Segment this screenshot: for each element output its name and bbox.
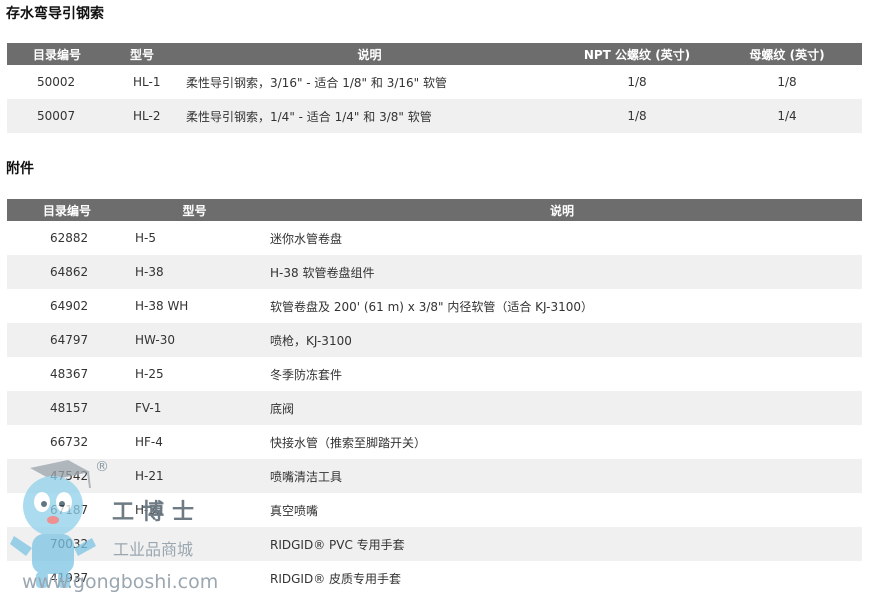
description-cell: RIDGID® 皮质专用手套 [262, 561, 862, 595]
header-description: 说明 [262, 199, 862, 221]
header-female-thread: 母螺纹 (英寸) [712, 43, 862, 65]
description-cell: 喷枪，KJ-3100 [262, 323, 862, 357]
description-cell: 软管卷盘及 200' (61 m) x 3/8" 内径软管（适合 KJ-3100… [262, 289, 862, 323]
description-cell: H-38 软管卷盘组件 [262, 255, 862, 289]
table-row: 50007 HL-2 柔性导引钢索，1/4" - 适合 1/4" 和 3/8" … [7, 99, 862, 133]
table-row: 50002 HL-1 柔性导引钢索，3/16" - 适合 1/8" 和 3/16… [7, 65, 862, 99]
table-row: 48367 H-25 冬季防冻套件 [7, 357, 862, 391]
header-catalog-no: 目录编号 [7, 43, 107, 65]
section-title-accessories: 附件 [6, 161, 34, 177]
model-cell: H-25 [127, 357, 262, 391]
catalog-no-cell: 62882 [7, 221, 127, 255]
catalog-no-cell: 64862 [7, 255, 127, 289]
model-cell: H-21 [127, 459, 262, 493]
description-cell: 冬季防冻套件 [262, 357, 862, 391]
description-cell: 迷你水管卷盘 [262, 221, 862, 255]
description-cell: 喷嘴清洁工具 [262, 459, 862, 493]
url-watermark: www.gongboshi.com [22, 571, 219, 593]
catalog-no-cell: 47542 [7, 459, 127, 493]
catalog-no-cell: 64902 [7, 289, 127, 323]
header-model: 型号 [107, 43, 177, 65]
table-row: 66732 HF-4 快接水管（推索至脚踏开关） [7, 425, 862, 459]
table-row: 48157 FV-1 底阀 [7, 391, 862, 425]
catalog-no-cell: 48367 [7, 357, 127, 391]
table-row: 62882 H-5 迷你水管卷盘 [7, 221, 862, 255]
section-title-guide-cable: 存水弯导引钢索 [6, 6, 104, 22]
catalog-no-cell: 67187 [7, 493, 127, 527]
catalog-no-cell: 66732 [7, 425, 127, 459]
female-thread-cell: 1/8 [712, 65, 862, 99]
model-cell: H-38 [127, 255, 262, 289]
model-cell: H-38 WH [127, 289, 262, 323]
model-cell: HL-2 [107, 99, 177, 133]
description-cell: 柔性导引钢索，3/16" - 适合 1/8" 和 3/16" 软管 [177, 65, 562, 99]
header-catalog-no: 目录编号 [7, 199, 127, 221]
table-row: 64862 H-38 H-38 软管卷盘组件 [7, 255, 862, 289]
model-cell: HL-1 [107, 65, 177, 99]
model-cell: HF-4 [127, 425, 262, 459]
description-cell: 快接水管（推索至脚踏开关） [262, 425, 862, 459]
model-cell: H-5 [127, 221, 262, 255]
table-row: 64902 H-38 WH 软管卷盘及 200' (61 m) x 3/8" 内径软… [7, 289, 862, 323]
description-cell: 底阀 [262, 391, 862, 425]
npt-cell: 1/8 [562, 99, 712, 133]
header-description: 说明 [177, 43, 562, 65]
model-cell: FV-1 [127, 391, 262, 425]
table-row: 64797 HW-30 喷枪，KJ-3100 [7, 323, 862, 357]
header-npt-thread: NPT 公螺纹 (英寸) [562, 43, 712, 65]
description-cell: RIDGID® PVC 专用手套 [262, 527, 862, 561]
table-row: 47542 H-21 喷嘴清洁工具 [7, 459, 862, 493]
catalog-no-cell: 64797 [7, 323, 127, 357]
table-header-row: 目录编号 型号 说明 [7, 199, 862, 221]
catalog-no-cell: 50007 [7, 99, 107, 133]
catalog-no-cell: 50002 [7, 65, 107, 99]
description-cell: 真空喷嘴 [262, 493, 862, 527]
table-header-row: 目录编号 型号 说明 NPT 公螺纹 (英寸) 母螺纹 (英寸) [7, 43, 862, 65]
npt-cell: 1/8 [562, 65, 712, 99]
header-model: 型号 [127, 199, 262, 221]
guide-cable-table: 目录编号 型号 说明 NPT 公螺纹 (英寸) 母螺纹 (英寸) 50002 H… [7, 43, 862, 133]
model-cell: HW-30 [127, 323, 262, 357]
catalog-no-cell: 70032 [7, 527, 127, 561]
female-thread-cell: 1/4 [712, 99, 862, 133]
registered-mark: ® [95, 459, 109, 475]
subtitle-watermark: 工业品商城 [113, 540, 194, 559]
catalog-no-cell: 48157 [7, 391, 127, 425]
brand-watermark: 工博士 [112, 499, 203, 525]
description-cell: 柔性导引钢索，1/4" - 适合 1/4" 和 3/8" 软管 [177, 99, 562, 133]
